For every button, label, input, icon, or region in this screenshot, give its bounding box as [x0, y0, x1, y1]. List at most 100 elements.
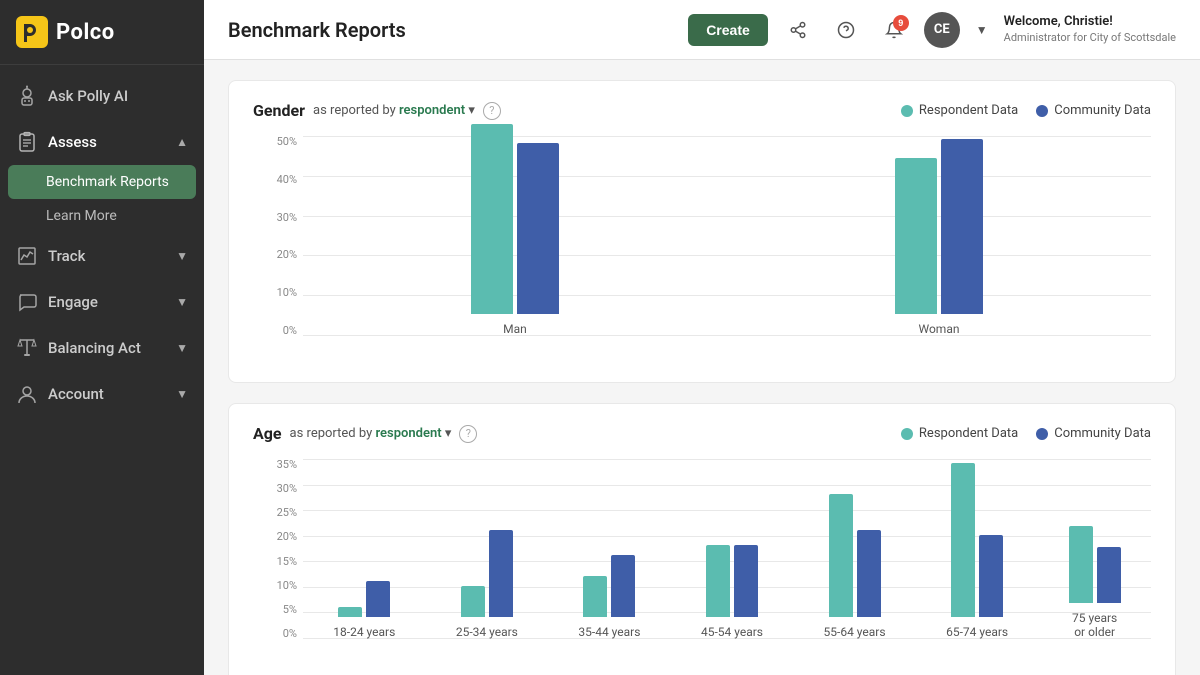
track-chevron-icon: ▼ [176, 249, 188, 263]
age-bar-18-24: 18-24 years [333, 581, 395, 639]
age-community-legend-item: Community Data [1036, 426, 1151, 441]
engage-chevron-icon: ▼ [176, 295, 188, 309]
age-bar-45-54: 45-54 years [701, 545, 763, 639]
sidebar-item-engage[interactable]: Engage ▼ [0, 279, 204, 325]
user-icon [16, 383, 38, 405]
logo-text: Polco [56, 20, 115, 45]
age-25-34-respondent-bar [461, 586, 485, 617]
share-button[interactable] [780, 12, 816, 48]
age-bar-25-34: 25-34 years [456, 530, 518, 639]
age-55-64-respondent-bar [829, 494, 853, 617]
create-button[interactable]: Create [688, 14, 768, 46]
notifications-button[interactable]: 9 [876, 12, 912, 48]
sidebar: Polco Ask Polly AI Assess [0, 0, 204, 675]
user-dropdown-button[interactable]: ▼ [972, 23, 992, 37]
age-bar-25-34-row [461, 530, 513, 617]
main-content: Benchmark Reports Create 9 CE ▼ Welcome,… [204, 0, 1200, 675]
age-18-24-respondent-bar [338, 607, 362, 617]
age-18-24-label: 18-24 years [333, 625, 395, 639]
age-bar-75-plus-row [1069, 526, 1121, 603]
age-y-35: 35% [253, 459, 297, 470]
community-legend-dot [1036, 105, 1048, 117]
logo[interactable]: Polco [0, 0, 204, 65]
age-35-44-respondent-bar [583, 576, 607, 617]
age-bar-18-24-row [338, 581, 390, 617]
age-bar-55-64-row [829, 494, 881, 617]
sidebar-item-ask-polly-ai[interactable]: Ask Polly AI [0, 73, 204, 119]
woman-community-bar [941, 139, 983, 314]
gender-chart-subtitle: as reported by respondent ▾ [313, 103, 475, 118]
sidebar-item-track-label: Track [48, 247, 85, 265]
sidebar-item-benchmark-reports-label: Benchmark Reports [46, 174, 169, 190]
age-chart-title: Age [253, 424, 282, 443]
y-label-30: 30% [253, 212, 297, 223]
age-chart-subtitle: as reported by respondent ▾ [290, 426, 452, 441]
age-55-64-label: 55-64 years [824, 625, 886, 639]
balancing-act-chevron-icon: ▼ [176, 341, 188, 355]
age-35-44-community-bar [611, 555, 635, 617]
age-respondent-legend-dot [901, 428, 913, 440]
community-legend-label: Community Data [1054, 103, 1151, 118]
y-label-40: 40% [253, 174, 297, 185]
sidebar-item-balancing-act-label: Balancing Act [48, 339, 141, 357]
user-role: Administrator for City of Scottsdale [1004, 31, 1176, 45]
user-welcome: Welcome, Christie! [1004, 14, 1176, 31]
content-area: Gender as reported by respondent ▾ ? Res… [204, 60, 1200, 675]
gender-y-axis: 0% 10% 20% 30% 40% 50% [253, 136, 297, 336]
sidebar-item-track[interactable]: Track ▼ [0, 233, 204, 279]
polco-logo-icon [16, 16, 48, 48]
sidebar-item-learn-more[interactable]: Learn More [0, 199, 204, 233]
age-respondent-legend-item: Respondent Data [901, 426, 1018, 441]
community-legend-item: Community Data [1036, 103, 1151, 118]
age-75-plus-community-bar [1097, 547, 1121, 603]
sidebar-item-engage-label: Engage [48, 293, 98, 311]
gender-bar-woman-row [895, 139, 983, 314]
sidebar-item-account[interactable]: Account ▼ [0, 371, 204, 417]
age-legend: Respondent Data Community Data [901, 426, 1151, 441]
man-respondent-bar [471, 124, 513, 314]
sidebar-item-balancing-act[interactable]: Balancing Act ▼ [0, 325, 204, 371]
age-y-25: 25% [253, 507, 297, 518]
user-info: Welcome, Christie! Administrator for Cit… [1004, 14, 1176, 45]
age-bars-container: 18-24 years 25-34 years [303, 459, 1151, 639]
age-info-icon[interactable]: ? [459, 425, 477, 443]
chart-line-icon [16, 245, 38, 267]
gender-bar-man-row [471, 124, 559, 314]
age-community-legend-label: Community Data [1054, 426, 1151, 441]
age-65-74-label: 65-74 years [946, 625, 1008, 639]
user-avatar[interactable]: CE [924, 12, 960, 48]
balance-icon [16, 337, 38, 359]
age-45-54-respondent-bar [706, 545, 730, 617]
gender-info-icon[interactable]: ? [483, 102, 501, 120]
gender-chart-header: Gender as reported by respondent ▾ ? Res… [253, 101, 1151, 120]
age-y-15: 15% [253, 556, 297, 567]
gender-chart-card: Gender as reported by respondent ▾ ? Res… [228, 80, 1176, 383]
gender-legend: Respondent Data Community Data [901, 103, 1151, 118]
age-chart-card: Age as reported by respondent ▾ ? Respon… [228, 403, 1176, 675]
help-icon [837, 21, 855, 39]
sidebar-nav: Ask Polly AI Assess ▲ Benchmark Reports … [0, 65, 204, 675]
y-label-0: 0% [253, 325, 297, 336]
age-y-axis: 0% 5% 10% 15% 20% 25% 30% 35% [253, 459, 297, 639]
page-title: Benchmark Reports [228, 18, 676, 42]
notification-badge: 9 [893, 15, 909, 31]
age-y-0: 0% [253, 628, 297, 639]
age-bar-35-44: 35-44 years [578, 555, 640, 639]
respondent-legend-label: Respondent Data [919, 103, 1018, 118]
age-45-54-community-bar [734, 545, 758, 617]
chat-icon [16, 291, 38, 313]
respondent-legend-item: Respondent Data [901, 103, 1018, 118]
sidebar-item-learn-more-label: Learn More [46, 208, 117, 224]
gender-chart-title: Gender [253, 101, 305, 120]
gender-bar-man: Man [471, 124, 559, 336]
sidebar-item-assess[interactable]: Assess ▲ [0, 119, 204, 165]
respondent-legend-dot [901, 105, 913, 117]
gender-filter-link[interactable]: respondent [399, 103, 465, 118]
age-75-plus-respondent-bar [1069, 526, 1093, 603]
age-25-34-community-bar [489, 530, 513, 617]
help-button[interactable] [828, 12, 864, 48]
age-45-54-label: 45-54 years [701, 625, 763, 639]
sidebar-item-benchmark-reports[interactable]: Benchmark Reports [8, 165, 196, 199]
age-filter-link[interactable]: respondent [375, 426, 441, 441]
clipboard-icon [16, 131, 38, 153]
